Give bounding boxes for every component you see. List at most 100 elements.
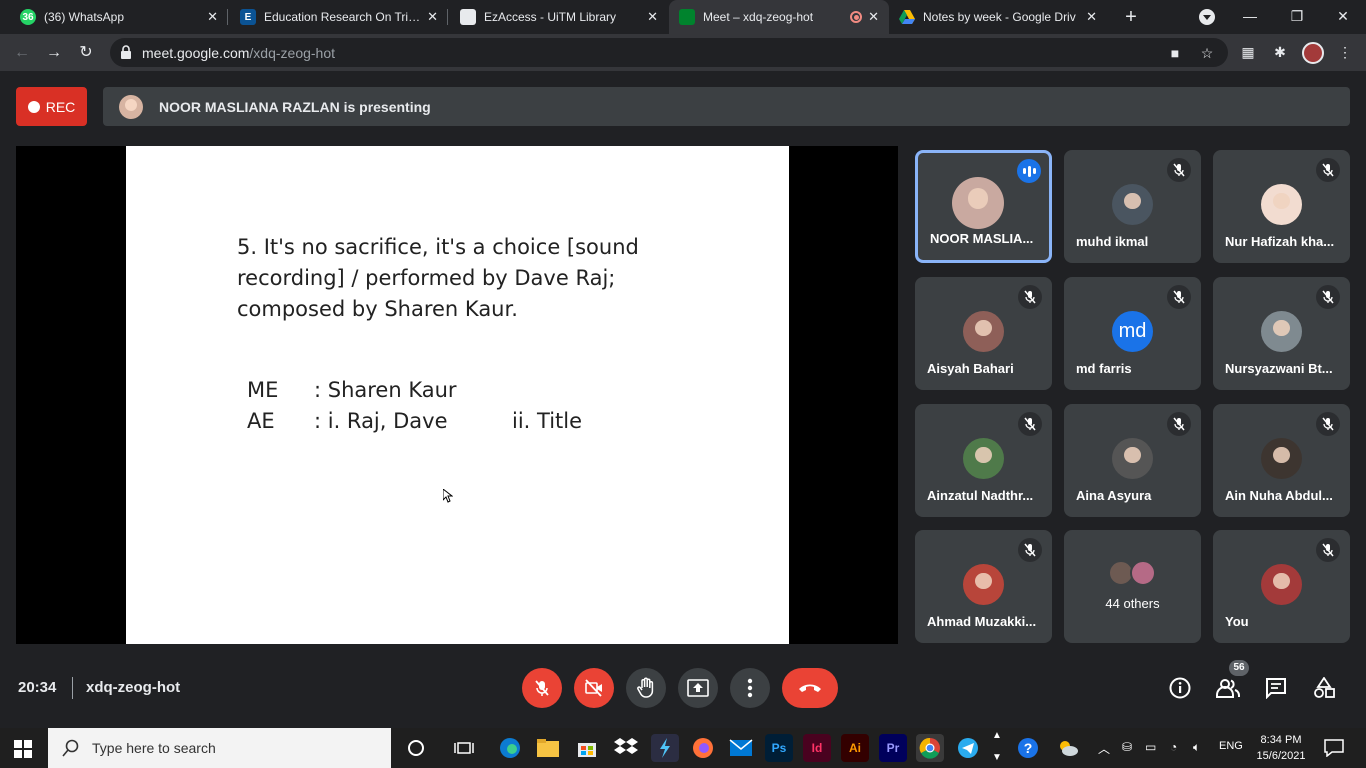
more-vert-icon [747,678,753,698]
leave-call-button[interactable] [782,668,838,708]
chevron-up-icon[interactable]: ▲ [992,730,1002,741]
participant-tile[interactable]: Aina Asyura [1064,404,1201,517]
participant-name: Nur Hafizah kha... [1225,234,1335,249]
lock-icon [121,45,131,59]
profile-avatar[interactable] [1302,42,1324,64]
tab-divider [227,9,228,25]
apps-grid-icon[interactable]: ▦ [1237,41,1259,63]
avatar-face [1124,447,1141,464]
new-tab-button[interactable]: + [1120,6,1142,28]
taskbar-date: 15/6/2021 [1256,750,1306,762]
show-hidden-icons-icon[interactable]: ︿ [1098,740,1110,757]
slide-line: 5. It's no sacrifice, it's a choice [sou… [237,235,639,259]
participant-tile[interactable]: Nursyazwani Bt... [1213,277,1350,390]
microphone-toggle-button[interactable] [522,668,562,708]
raise-hand-button[interactable] [626,668,666,708]
dropbox-icon[interactable] [612,734,640,762]
photoshop-icon[interactable]: Ps [765,734,793,762]
menu-dots-icon[interactable]: ⋮ [1334,41,1356,63]
participant-tile[interactable]: Aisyah Bahari [915,277,1052,390]
tab-meet[interactable]: Meet – xdq-zeog-hot ✕ [669,0,889,34]
avatar [963,438,1004,479]
close-icon[interactable]: ✕ [868,9,879,25]
minimize-button[interactable]: — [1227,0,1273,34]
volume-icon[interactable]: 🔈︎ [1193,740,1200,755]
extensions-icon[interactable]: ✱ [1269,41,1291,63]
close-icon[interactable]: ✕ [1086,9,1097,25]
task-view-icon[interactable] [450,734,478,762]
rec-label: REC [45,98,76,115]
participant-tile[interactable]: Ain Nuha Abdul... [1213,404,1350,517]
battery-icon[interactable]: ▭ [1145,740,1156,754]
tab-whatsapp[interactable]: 36 (36) WhatsApp ✕ [10,0,228,34]
close-window-button[interactable]: ✕ [1320,0,1366,34]
forward-button[interactable]: → [41,40,67,66]
participant-tile[interactable]: muhd ikmal [1064,150,1201,263]
taskbar-clock[interactable]: 8:34 PM 15/6/2021 [1256,732,1306,764]
tab-google-drive[interactable]: Notes by week - Google Driv ✕ [889,0,1107,34]
meeting-controls: 20:34 xdq-zeog-hot [0,664,1366,712]
participant-name: md farris [1076,361,1132,376]
chrome-icon[interactable] [916,734,944,762]
chat-button[interactable] [1264,676,1288,700]
google-drive-icon [899,9,915,25]
avatar-face [1273,573,1290,590]
participant-tile[interactable]: Nur Hafizah kha... [1213,150,1350,263]
meeting-details-button[interactable] [1168,676,1192,700]
participants-button[interactable] [1216,676,1240,700]
help-icon[interactable]: ? [1014,734,1042,762]
firefox-icon[interactable] [689,734,717,762]
participant-tile[interactable]: Ainzatul Nadthr... [915,404,1052,517]
presenting-text: NOOR MASLIANA RAZLAN is presenting [159,98,431,115]
participant-tile[interactable]: 44 others [1064,530,1201,643]
illustrator-icon[interactable]: Ai [841,734,869,762]
tab-education-research[interactable]: E Education Research On Trial : ✕ [230,0,448,34]
close-icon[interactable]: ✕ [647,9,658,25]
tab-search-button[interactable] [1199,9,1215,25]
search-icon [62,739,79,757]
camera-off-icon [585,679,602,697]
address-bar[interactable]: meet.google.com/xdq-zeog-hot ■ ☆ [110,38,1228,67]
close-icon[interactable]: ✕ [207,9,218,25]
participant-tile[interactable]: NOOR MASLIA... [915,150,1052,263]
tab-title: EzAccess - UiTM Library [484,10,617,24]
premiere-icon[interactable]: Pr [879,734,907,762]
restore-button[interactable]: ❐ [1274,0,1320,34]
telegram-icon[interactable] [954,734,982,762]
network-usb-icon[interactable]: ⛁ [1122,740,1132,754]
mic-off-icon [1167,412,1191,436]
tab-ezaccess[interactable]: EzAccess - UiTM Library ✕ [450,0,668,34]
avatar-face [1273,193,1290,210]
notifications-icon[interactable] [1320,734,1348,762]
star-icon[interactable]: ☆ [1198,44,1216,62]
taskbar-search[interactable]: Type here to search [48,728,391,768]
avatar-face [975,573,992,590]
file-explorer-icon[interactable] [534,734,562,762]
cortana-icon[interactable] [402,734,430,762]
present-now-button[interactable] [678,668,718,708]
start-button[interactable] [14,740,32,763]
wifi-icon[interactable]: ◔ [1170,740,1177,754]
activities-button[interactable] [1312,676,1336,700]
participant-tile[interactable]: You [1213,530,1350,643]
close-icon[interactable]: ✕ [427,9,438,25]
taskbar-time: 8:34 PM [1260,734,1302,746]
app-icon[interactable] [651,734,679,762]
tab-divider [447,9,448,25]
indesign-icon[interactable]: Id [803,734,831,762]
store-icon[interactable] [573,734,601,762]
edge-icon[interactable] [496,734,524,762]
participant-tile[interactable]: md md farris [1064,277,1201,390]
more-options-button[interactable] [730,668,770,708]
tab-title: Meet – xdq-zeog-hot [703,10,814,24]
back-button[interactable]: ← [9,40,35,66]
camera-toggle-button[interactable] [574,668,614,708]
participant-tile[interactable]: Ahmad Muzakki... [915,530,1052,643]
camera-icon[interactable]: ■ [1166,44,1184,62]
language-indicator[interactable]: ENG [1219,740,1243,752]
mail-icon[interactable] [727,734,755,762]
chevron-down-icon[interactable]: ▼ [992,752,1002,763]
weather-icon[interactable] [1054,734,1082,762]
reload-button[interactable]: ↻ [73,40,99,66]
recording-badge[interactable]: REC [16,87,87,126]
